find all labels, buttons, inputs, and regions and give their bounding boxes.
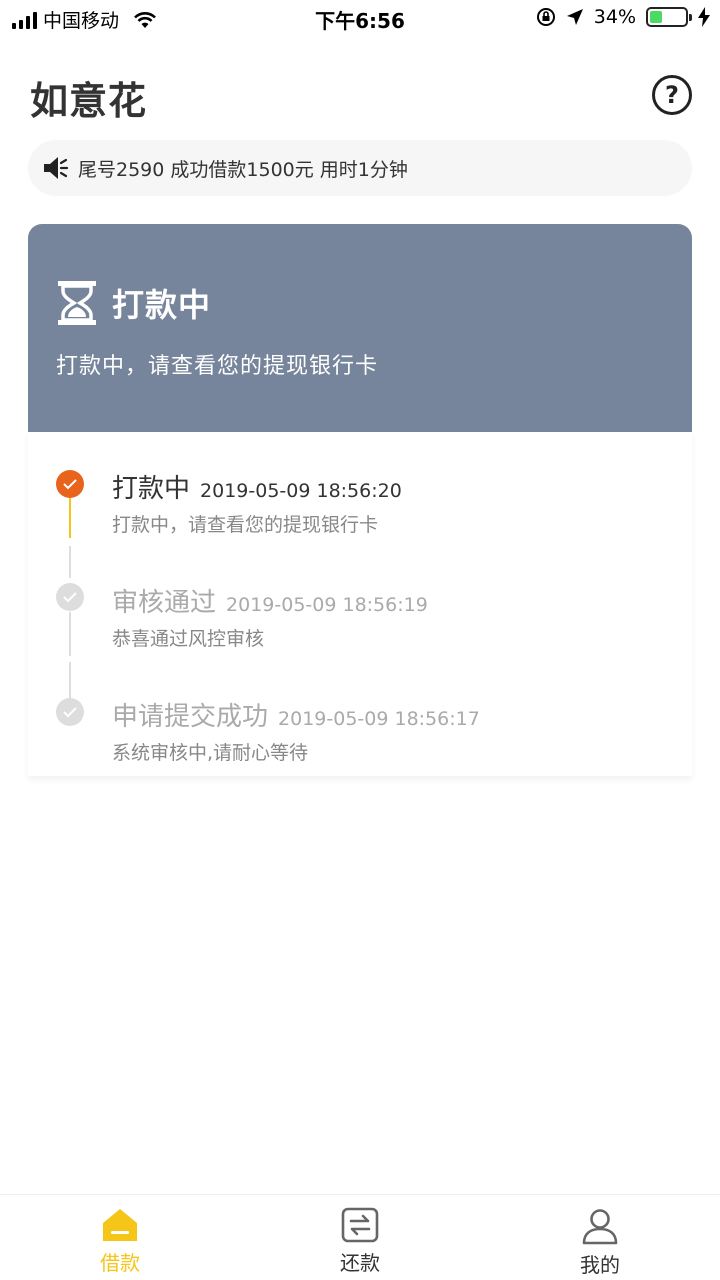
timeline-step-1: 打款中 2019-05-09 18:56:20 (112, 468, 402, 505)
status-bar-right: 34% (536, 6, 710, 28)
step-description: 恭喜通过风控审核 (112, 628, 265, 650)
battery-percentage: 34% (593, 6, 636, 28)
step-time: 2019-05-09 18:56:17 (278, 708, 480, 730)
orientation-lock-icon (536, 8, 555, 26)
location-icon (566, 9, 583, 25)
loan-status-card: 打款中 打款中，请查看您的提现银行卡 (28, 224, 692, 432)
step-check-icon (56, 698, 84, 726)
status-description: 打款中，请查看您的提现银行卡 (56, 354, 379, 379)
timeline-connector (69, 546, 71, 578)
user-icon (582, 1209, 618, 1245)
timeline-step-2: 审核通过 2019-05-09 18:56:19 (112, 582, 428, 619)
step-title: 打款中 (112, 474, 191, 504)
battery-level (650, 11, 662, 23)
step-title: 审核通过 (112, 588, 217, 618)
tab-label: 借款 (100, 1251, 140, 1275)
tab-mine[interactable]: 我的 (540, 1207, 660, 1278)
charging-icon (698, 7, 710, 27)
timeline-connector (69, 662, 71, 698)
tab-label: 我的 (580, 1253, 620, 1277)
exchange-icon (341, 1207, 379, 1243)
tab-label: 还款 (340, 1251, 380, 1275)
status-title: 打款中 (112, 286, 212, 324)
status-bar: 中国移动 下午6:56 34% (0, 0, 720, 36)
status-header: 打款中 (56, 280, 211, 326)
page-title: 如意花 (30, 79, 148, 123)
tab-borrow[interactable]: 借款 (60, 1207, 180, 1276)
notice-text: 尾号2590 成功借款1500元 用时1分钟 (78, 158, 408, 181)
speaker-icon (44, 157, 69, 179)
help-button[interactable]: ? (652, 75, 692, 115)
hourglass-icon (58, 281, 96, 325)
step-time: 2019-05-09 18:56:19 (226, 594, 428, 616)
step-description: 打款中，请查看您的提现银行卡 (112, 514, 379, 536)
progress-timeline: 打款中 2019-05-09 18:56:20 打款中，请查看您的提现银行卡 审… (28, 432, 692, 776)
battery-icon (646, 7, 692, 27)
timeline-connector (69, 498, 71, 538)
bottom-tab-bar: 借款 还款 我的 (0, 1194, 720, 1280)
step-check-icon (56, 470, 84, 498)
step-description: 系统审核中,请耐心等待 (112, 742, 309, 764)
notice-bar: 尾号2590 成功借款1500元 用时1分钟 (28, 140, 692, 196)
timeline-step-3: 申请提交成功 2019-05-09 18:56:17 (112, 696, 480, 733)
timeline-connector (69, 612, 71, 656)
home-icon (103, 1209, 137, 1241)
step-time: 2019-05-09 18:56:20 (200, 480, 402, 502)
tab-repay[interactable]: 还款 (300, 1207, 420, 1276)
step-title: 申请提交成功 (112, 702, 269, 732)
step-check-icon (56, 583, 84, 611)
